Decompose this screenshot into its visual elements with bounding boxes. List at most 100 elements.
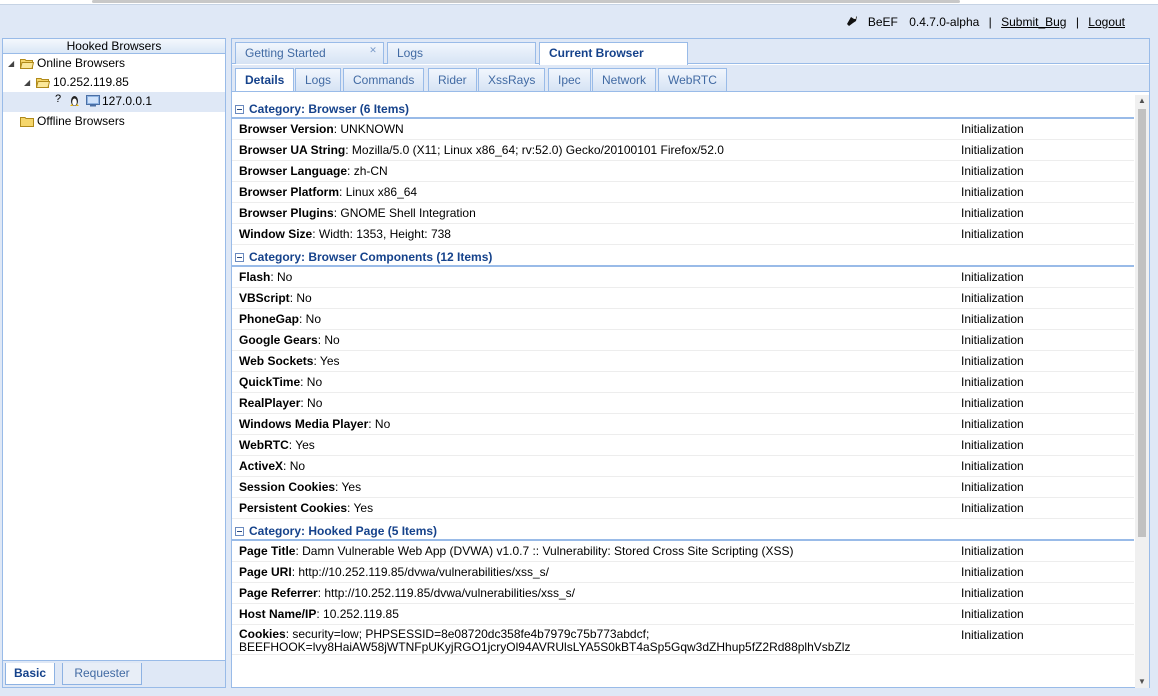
detail-key: Page Referrer bbox=[239, 586, 318, 600]
detail-cell: Page URI: http://10.252.119.85/dvwa/vuln… bbox=[239, 562, 954, 583]
subtab-logs[interactable]: Logs bbox=[295, 68, 342, 91]
detail-source: Initialization bbox=[961, 122, 1024, 136]
subtab-ipec[interactable]: Ipec bbox=[548, 68, 591, 91]
top-scrollbar-thumb[interactable] bbox=[92, 0, 960, 3]
detail-row[interactable]: Browser UA String: Mozilla/5.0 (X11; Lin… bbox=[232, 140, 1134, 161]
detail-row[interactable]: Cookies: security=low; PHPSESSID=8e08720… bbox=[232, 625, 1134, 655]
detail-key: Browser Language bbox=[239, 164, 348, 178]
submit-bug-link[interactable]: Submit_Bug bbox=[1001, 15, 1066, 29]
detail-cell: Host Name/IP: 10.252.119.85 bbox=[239, 604, 954, 625]
detail-value: : No bbox=[283, 459, 306, 473]
detail-row[interactable]: QuickTime: No Initialization bbox=[232, 372, 1134, 393]
subtab-rider[interactable]: Rider bbox=[428, 68, 477, 91]
expand-arrow-icon[interactable]: ◢ bbox=[8, 54, 14, 73]
detail-source: Initialization bbox=[961, 459, 1024, 473]
main-tab-bar: Getting Started ✕ Logs Current Browser bbox=[232, 39, 1149, 65]
detail-key: QuickTime bbox=[239, 375, 301, 389]
detail-row[interactable]: RealPlayer: No Initialization bbox=[232, 393, 1134, 414]
detail-value: : Yes bbox=[347, 501, 374, 515]
detail-value: : Yes bbox=[335, 480, 362, 494]
detail-source: Initialization bbox=[961, 544, 1024, 558]
category-header[interactable]: Category: Browser (6 Items) bbox=[232, 100, 1134, 119]
linux-icon bbox=[70, 96, 79, 106]
detail-cell: Page Title: Damn Vulnerable Web App (DVW… bbox=[239, 541, 954, 562]
category-header[interactable]: Category: Browser Components (12 Items) bbox=[232, 248, 1134, 267]
subtab-xssrays[interactable]: XssRays bbox=[478, 68, 546, 91]
detail-source: Initialization bbox=[961, 354, 1024, 368]
tab-basic[interactable]: Basic bbox=[5, 663, 56, 685]
vertical-scrollbar[interactable]: ▲ ▼ bbox=[1135, 95, 1149, 688]
tab-requester[interactable]: Requester bbox=[62, 663, 142, 685]
detail-row[interactable]: ActiveX: No Initialization bbox=[232, 456, 1134, 477]
detail-row[interactable]: Browser Version: UNKNOWN Initialization bbox=[232, 119, 1134, 140]
unknown-browser-icon: ? bbox=[55, 93, 62, 105]
detail-value: : 10.252.119.85 bbox=[316, 607, 399, 621]
subtab-webrtc[interactable]: WebRTC bbox=[658, 68, 727, 91]
subtab-details[interactable]: Details bbox=[235, 68, 295, 91]
expand-arrow-icon[interactable]: ◢ bbox=[24, 73, 30, 92]
scroll-up-arrow-icon[interactable]: ▲ bbox=[1135, 95, 1149, 107]
tree-node-online[interactable]: ◢ Online Browsers bbox=[3, 54, 225, 73]
detail-row[interactable]: Windows Media Player: No Initialization bbox=[232, 414, 1134, 435]
subtab-network[interactable]: Network bbox=[592, 68, 657, 91]
detail-source: Initialization bbox=[961, 312, 1024, 326]
tree-label: Offline Browsers bbox=[37, 114, 125, 128]
detail-key: Browser Version bbox=[239, 122, 334, 136]
detail-value: : Yes bbox=[288, 438, 315, 452]
detail-row[interactable]: WebRTC: Yes Initialization bbox=[232, 435, 1134, 456]
detail-cell: Browser Platform: Linux x86_64 bbox=[239, 182, 954, 203]
detail-cell: Browser UA String: Mozilla/5.0 (X11; Lin… bbox=[239, 140, 954, 161]
detail-source: Initialization bbox=[961, 143, 1024, 157]
detail-row[interactable]: Flash: No Initialization bbox=[232, 267, 1134, 288]
logout-link[interactable]: Logout bbox=[1088, 15, 1125, 29]
category-title: Category: Browser (6 Items) bbox=[249, 102, 410, 116]
detail-source: Initialization bbox=[961, 333, 1024, 347]
detail-cell: Window Size: Width: 1353, Height: 738 bbox=[239, 224, 954, 245]
detail-row[interactable]: Persistent Cookies: Yes Initialization bbox=[232, 498, 1134, 519]
tab-logs[interactable]: Logs bbox=[387, 42, 536, 64]
detail-row[interactable]: Page URI: http://10.252.119.85/dvwa/vuln… bbox=[232, 562, 1134, 583]
tree-node-host[interactable]: ◢ 10.252.119.85 bbox=[3, 73, 225, 92]
scrollbar-thumb[interactable] bbox=[1138, 109, 1146, 537]
detail-row[interactable]: Browser Platform: Linux x86_64 Initializa… bbox=[232, 182, 1134, 203]
detail-value: : No bbox=[299, 312, 322, 326]
category-header[interactable]: Category: Hooked Page (5 Items) bbox=[232, 522, 1134, 541]
detail-cell: Cookies: security=low; PHPSESSID=8e08720… bbox=[239, 628, 954, 654]
collapse-toggle-icon[interactable] bbox=[235, 253, 244, 262]
detail-row[interactable]: Browser Plugins: GNOME Shell Integration… bbox=[232, 203, 1134, 224]
detail-row[interactable]: VBScript: No Initialization bbox=[232, 288, 1134, 309]
subtab-commands[interactable]: Commands bbox=[343, 68, 425, 91]
app-version: 0.4.7.0-alpha bbox=[909, 15, 980, 29]
detail-cell: Google Gears: No bbox=[239, 330, 954, 351]
collapse-toggle-icon[interactable] bbox=[235, 105, 244, 114]
detail-cell: Persistent Cookies: Yes bbox=[239, 498, 954, 519]
detail-cell: Session Cookies: Yes bbox=[239, 477, 954, 498]
separator: | bbox=[988, 15, 992, 29]
detail-row[interactable]: Browser Language: zh-CN Initialization bbox=[232, 161, 1134, 182]
detail-key: VBScript bbox=[239, 291, 290, 305]
detail-row[interactable]: Host Name/IP: 10.252.119.85 Initializatio… bbox=[232, 604, 1134, 625]
detail-value: : UNKNOWN bbox=[333, 122, 404, 136]
close-tab-icon[interactable]: ✕ bbox=[368, 46, 378, 56]
detail-value: : Mozilla/5.0 (X11; Linux x86_64; rv:52.… bbox=[345, 143, 724, 157]
scroll-down-arrow-icon[interactable]: ▼ bbox=[1135, 676, 1149, 688]
tree-node-offline[interactable]: Offline Browsers bbox=[3, 112, 225, 131]
collapse-toggle-icon[interactable] bbox=[235, 527, 244, 536]
header: BeEF 0.4.7.0-alpha | Submit_Bug | Logout bbox=[0, 5, 1158, 37]
detail-value: : No bbox=[300, 375, 323, 389]
tab-current-browser[interactable]: Current Browser bbox=[539, 42, 688, 65]
tab-getting-started[interactable]: Getting Started ✕ bbox=[235, 42, 384, 64]
detail-row[interactable]: Window Size: Width: 1353, Height: 738 Ini… bbox=[232, 224, 1134, 245]
detail-row[interactable]: Page Title: Damn Vulnerable Web App (DVW… bbox=[232, 541, 1134, 562]
detail-source: Initialization bbox=[961, 565, 1024, 579]
detail-cell: RealPlayer: No bbox=[239, 393, 954, 414]
detail-row[interactable]: Session Cookies: Yes Initialization bbox=[232, 477, 1134, 498]
detail-row[interactable]: Web Sockets: Yes Initialization bbox=[232, 351, 1134, 372]
detail-row[interactable]: Page Referrer: http://10.252.119.85/dvwa… bbox=[232, 583, 1134, 604]
detail-cell: Page Referrer: http://10.252.119.85/dvwa… bbox=[239, 583, 954, 604]
detail-cell: Flash: No bbox=[239, 267, 954, 288]
detail-row[interactable]: PhoneGap: No Initialization bbox=[232, 309, 1134, 330]
tree-node-browser[interactable]: ? 127.0.0.1 bbox=[3, 92, 225, 112]
detail-row[interactable]: Google Gears: No Initialization bbox=[232, 330, 1134, 351]
detail-key: PhoneGap bbox=[239, 312, 300, 326]
